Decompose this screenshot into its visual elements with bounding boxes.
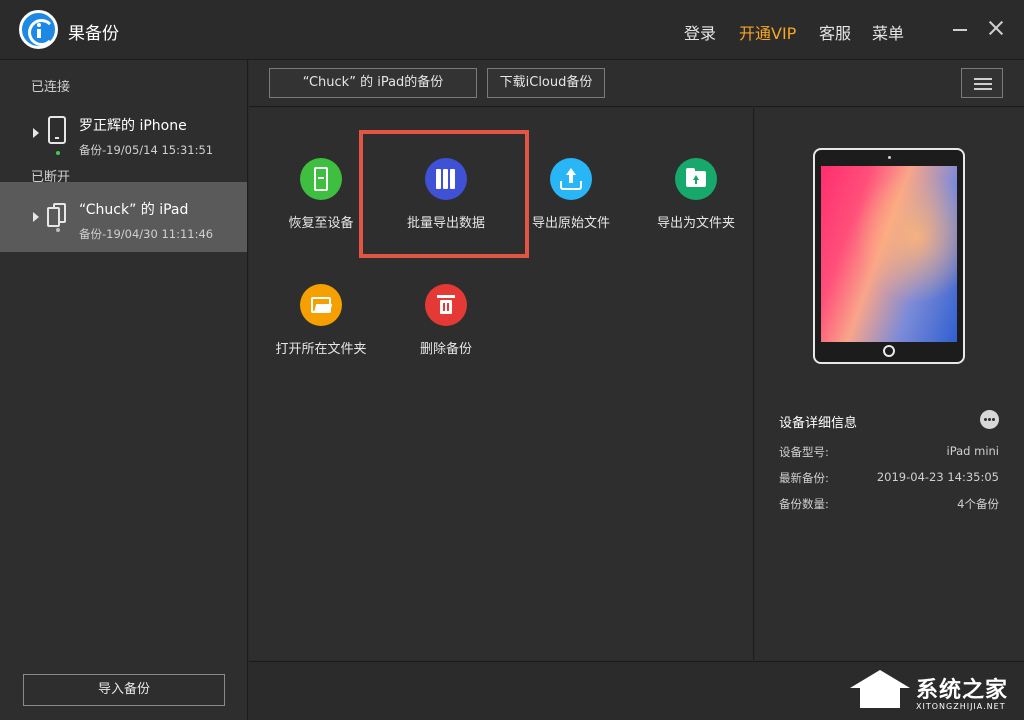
action-label: 导出原始文件 bbox=[511, 212, 631, 231]
watermark-text: 系统之家 bbox=[916, 672, 1008, 704]
sidebar: 已连接 罗正辉的 iPhone 备份-19/05/14 15:31:51 已断开… bbox=[0, 60, 248, 720]
device-model-row: 设备型号:iPad mini bbox=[779, 444, 999, 462]
login-link[interactable]: 登录 bbox=[684, 20, 716, 44]
ipad-image bbox=[813, 148, 965, 364]
action-label: 删除备份 bbox=[386, 338, 506, 357]
import-backup-button[interactable]: 导入备份 bbox=[23, 674, 225, 706]
device-backup-date: 备份-19/04/30 11:11:46 bbox=[79, 226, 213, 242]
watermark-subtext: XITONGZHIJIA.NET bbox=[916, 702, 1006, 711]
latest-backup-row: 最新备份:2019-04-23 14:35:05 bbox=[779, 470, 999, 488]
expand-arrow-icon[interactable] bbox=[33, 128, 39, 138]
device-name: “Chuck” 的 iPad bbox=[79, 199, 188, 219]
download-icloud-button[interactable]: 下载iCloud备份 bbox=[487, 68, 605, 98]
status-dot bbox=[56, 228, 60, 232]
watermark-logo: 系统之家 XITONGZHIJIA.NET bbox=[850, 662, 1020, 720]
app-logo-icon bbox=[19, 10, 58, 49]
open-folder-button[interactable]: 打开所在文件夹 bbox=[261, 284, 381, 384]
toolbar: “Chuck” 的 iPad的备份 下载iCloud备份 bbox=[249, 60, 1024, 107]
app-title: 果备份 bbox=[68, 19, 119, 44]
house-icon bbox=[850, 670, 910, 710]
open-folder-icon bbox=[300, 284, 342, 326]
iphone-icon bbox=[48, 116, 66, 144]
expand-arrow-icon[interactable] bbox=[33, 212, 39, 222]
batch-export-button[interactable]: 批量导出数据 bbox=[386, 158, 506, 258]
menu-link[interactable]: 菜单 bbox=[872, 20, 904, 44]
export-raw-files-button[interactable]: 导出原始文件 bbox=[511, 158, 631, 258]
action-label: 打开所在文件夹 bbox=[261, 338, 381, 357]
list-view-icon[interactable] bbox=[961, 68, 1003, 98]
connected-label: 已连接 bbox=[31, 76, 70, 95]
tab-ipad-backup[interactable]: “Chuck” 的 iPad的备份 bbox=[269, 68, 477, 98]
export-as-folder-button[interactable]: 导出为文件夹 bbox=[636, 158, 756, 258]
vip-link[interactable]: 开通VIP bbox=[739, 20, 796, 44]
ipad-icon bbox=[47, 203, 67, 227]
delete-backup-button[interactable]: 删除备份 bbox=[386, 284, 506, 384]
backup-count-row: 备份数量:4个备份 bbox=[779, 496, 999, 514]
status-dot bbox=[56, 151, 60, 155]
device-details-title: 设备详细信息 bbox=[779, 412, 857, 431]
device-item-ipad[interactable]: “Chuck” 的 iPad 备份-19/04/30 11:11:46 bbox=[0, 182, 247, 252]
actions-panel: 恢复至设备 批量导出数据 导出原始文件 导出为文件夹 打开所在文件夹 删除备份 bbox=[249, 108, 754, 660]
title-bar: 果备份 登录 开通VIP 客服 菜单 bbox=[0, 0, 1024, 60]
device-name: 罗正辉的 iPhone bbox=[79, 115, 187, 135]
batch-export-icon bbox=[425, 158, 467, 200]
device-item-iphone[interactable]: 罗正辉的 iPhone 备份-19/05/14 15:31:51 bbox=[0, 98, 247, 168]
action-label: 批量导出数据 bbox=[386, 212, 506, 231]
action-label: 恢复至设备 bbox=[261, 212, 381, 231]
restore-to-device-button[interactable]: 恢复至设备 bbox=[261, 158, 381, 258]
trash-icon bbox=[425, 284, 467, 326]
upload-icon bbox=[550, 158, 592, 200]
more-options-icon[interactable] bbox=[980, 410, 999, 429]
close-icon[interactable] bbox=[985, 17, 1007, 39]
device-backup-date: 备份-19/05/14 15:31:51 bbox=[79, 142, 213, 158]
action-label: 导出为文件夹 bbox=[636, 212, 756, 231]
minimize-icon[interactable] bbox=[950, 17, 972, 39]
restore-device-icon bbox=[300, 158, 342, 200]
service-link[interactable]: 客服 bbox=[819, 20, 851, 44]
folder-export-icon bbox=[675, 158, 717, 200]
device-info-panel: 设备详细信息 设备型号:iPad mini 最新备份:2019-04-23 14… bbox=[755, 108, 1024, 660]
